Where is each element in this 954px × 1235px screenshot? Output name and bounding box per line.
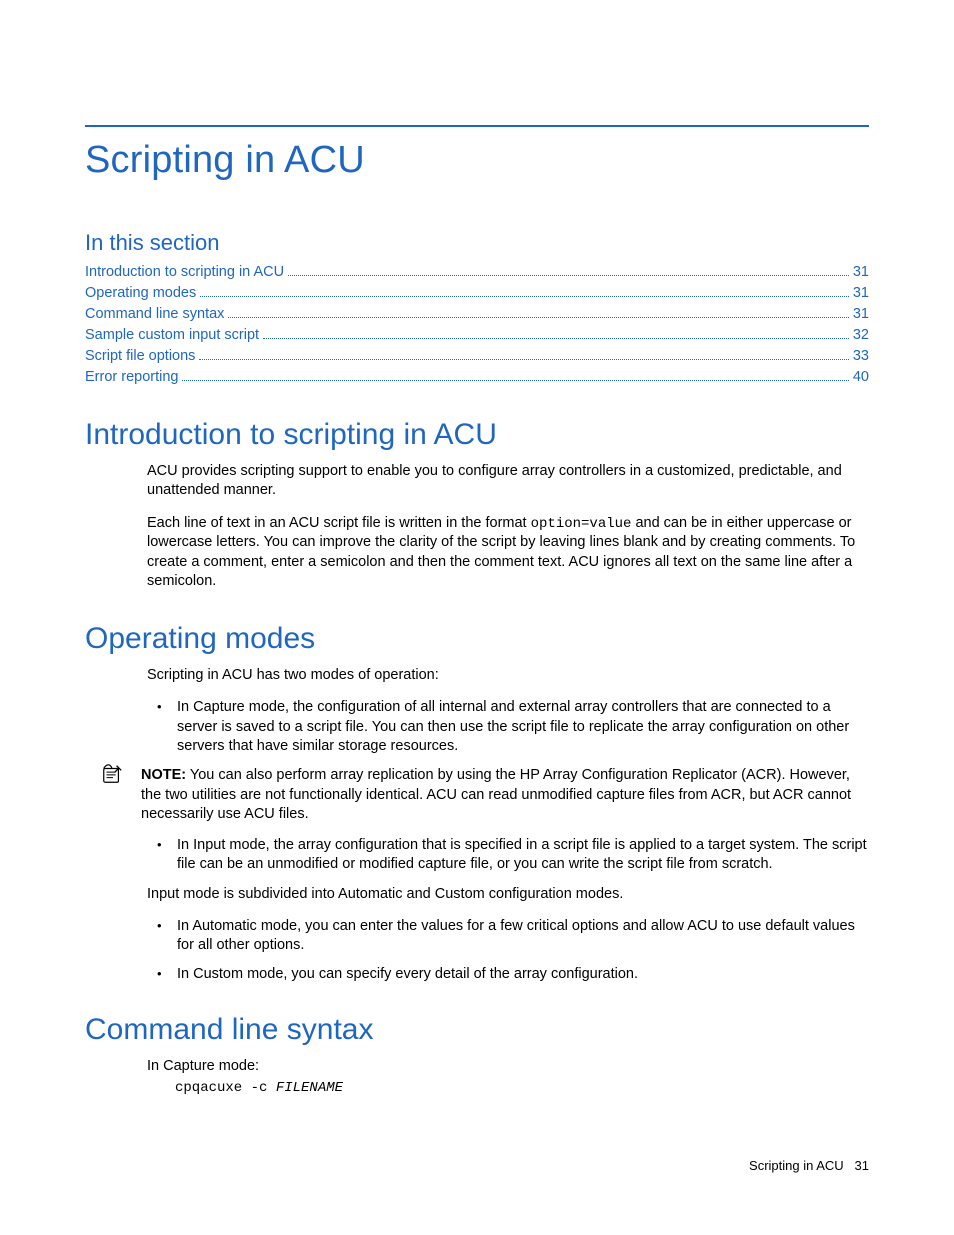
table-of-contents: Introduction to scripting in ACU 31 Oper… <box>85 262 869 388</box>
command-text: cpqacuxe -c <box>175 1080 276 1096</box>
toc-leader-dots <box>288 266 849 276</box>
section-body-operating-modes-cont: In Input mode, the array configuration t… <box>147 836 869 985</box>
toc-page-number: 31 <box>853 283 869 304</box>
in-this-section-heading: In this section <box>85 230 869 256</box>
footer-label: Scripting in ACU <box>749 1158 844 1173</box>
toc-page-number: 33 <box>853 346 869 367</box>
toc-page-number: 31 <box>853 262 869 283</box>
section-body-introduction: ACU provides scripting support to enable… <box>147 462 869 591</box>
paragraph: ACU provides scripting support to enable… <box>147 462 869 501</box>
note-block: NOTE: You can also perform array replica… <box>107 766 869 824</box>
bullet-list: In Automatic mode, you can enter the val… <box>147 917 869 985</box>
toc-label: Command line syntax <box>85 304 224 325</box>
section-body-command-line: In Capture mode: cpqacuxe -c FILENAME <box>147 1057 869 1096</box>
text-run: Each line of text in an ACU script file … <box>147 515 531 531</box>
note-body: You can also perform array replication b… <box>141 767 851 822</box>
toc-row[interactable]: Error reporting 40 <box>85 367 869 388</box>
toc-leader-dots <box>263 329 849 339</box>
toc-label: Error reporting <box>85 367 178 388</box>
toc-label: Introduction to scripting in ACU <box>85 262 284 283</box>
toc-page-number: 31 <box>853 304 869 325</box>
toc-row[interactable]: Sample custom input script 32 <box>85 325 869 346</box>
paragraph: In Capture mode: <box>147 1057 869 1076</box>
section-heading-operating-modes: Operating modes <box>85 622 869 656</box>
toc-page-number: 40 <box>853 367 869 388</box>
toc-leader-dots <box>200 287 849 297</box>
bullet-list: In Input mode, the array configuration t… <box>147 836 869 875</box>
list-item: In Input mode, the array configuration t… <box>177 836 869 875</box>
toc-row[interactable]: Script file options 33 <box>85 346 869 367</box>
section-body-operating-modes: Scripting in ACU has two modes of operat… <box>147 666 869 756</box>
paragraph: Each line of text in an ACU script file … <box>147 514 869 591</box>
paragraph: Input mode is subdivided into Automatic … <box>147 885 869 904</box>
toc-label: Operating modes <box>85 283 196 304</box>
footer-page-number: 31 <box>855 1158 869 1173</box>
section-heading-introduction: Introduction to scripting in ACU <box>85 418 869 452</box>
section-heading-command-line-syntax: Command line syntax <box>85 1013 869 1047</box>
list-item: In Capture mode, the configuration of al… <box>177 698 869 756</box>
toc-label: Script file options <box>85 346 195 367</box>
list-item: In Custom mode, you can specify every de… <box>177 965 869 984</box>
command-line: cpqacuxe -c FILENAME <box>175 1080 869 1096</box>
bullet-list: In Capture mode, the configuration of al… <box>147 698 869 756</box>
toc-leader-dots <box>182 371 848 381</box>
page-footer: Scripting in ACU 31 <box>749 1158 869 1173</box>
note-text: NOTE: You can also perform array replica… <box>141 766 869 824</box>
page-title: Scripting in ACU <box>85 139 869 182</box>
toc-row[interactable]: Command line syntax 31 <box>85 304 869 325</box>
paragraph: Scripting in ACU has two modes of operat… <box>147 666 869 685</box>
list-item: In Automatic mode, you can enter the val… <box>177 917 869 956</box>
toc-page-number: 32 <box>853 325 869 346</box>
toc-row[interactable]: Introduction to scripting in ACU 31 <box>85 262 869 283</box>
inline-code: option=value <box>531 516 632 532</box>
toc-label: Sample custom input script <box>85 325 259 346</box>
note-label: NOTE: <box>141 767 186 783</box>
toc-leader-dots <box>199 350 848 360</box>
command-argument: FILENAME <box>276 1080 343 1096</box>
document-page: Scripting in ACU In this section Introdu… <box>0 0 954 1235</box>
top-rule <box>85 125 869 127</box>
toc-leader-dots <box>228 308 848 318</box>
toc-row[interactable]: Operating modes 31 <box>85 283 869 304</box>
note-icon <box>101 763 123 785</box>
